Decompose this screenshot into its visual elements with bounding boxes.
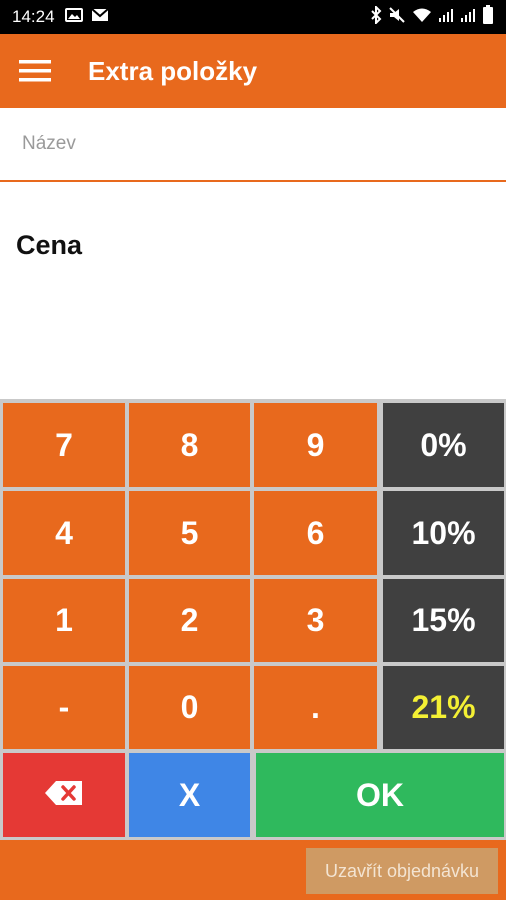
app-screen: 14:24 Extra položky Název Cena 7 8 9 0% … — [0, 0, 506, 900]
key-4[interactable]: 4 — [3, 491, 125, 575]
status-bar: 14:24 — [0, 0, 506, 34]
key-2[interactable]: 2 — [129, 579, 250, 662]
price-label: Cena — [16, 230, 83, 260]
vat-key-0[interactable]: 0% — [383, 403, 504, 487]
vat-key-15[interactable]: 15% — [383, 579, 504, 662]
vat-key-10[interactable]: 10% — [383, 491, 504, 575]
bottom-bar: Uzavřít objednávku — [0, 840, 506, 900]
backspace-icon — [44, 777, 84, 814]
key-minus[interactable]: - — [3, 666, 125, 749]
signal-icon — [460, 7, 476, 28]
app-bar: Extra položky — [0, 34, 506, 108]
battery-icon — [482, 4, 494, 30]
signal-icon — [438, 7, 454, 28]
name-input[interactable] — [0, 108, 506, 180]
mute-icon — [388, 6, 406, 29]
close-order-button[interactable]: Uzavřít objednávku — [306, 848, 498, 894]
clear-button[interactable]: X — [129, 753, 250, 837]
key-5[interactable]: 5 — [129, 491, 250, 575]
page-title: Extra položky — [88, 55, 258, 86]
vat-key-21-selected[interactable]: 21% — [383, 666, 504, 749]
hamburger-menu-icon[interactable] — [0, 34, 70, 108]
image-icon — [64, 7, 83, 27]
bluetooth-icon — [370, 4, 382, 29]
key-decimal[interactable]: . — [254, 666, 377, 749]
key-6[interactable]: 6 — [254, 491, 377, 575]
keypad: 7 8 9 0% 4 5 6 10% 1 2 3 15% - 0 . 21% X… — [0, 399, 506, 840]
status-right-icons — [370, 4, 494, 30]
mail-icon — [90, 7, 109, 27]
key-3[interactable]: 3 — [254, 579, 377, 662]
name-field — [0, 108, 506, 182]
ok-button[interactable]: OK — [256, 753, 504, 837]
wifi-icon — [412, 7, 432, 28]
key-9[interactable]: 9 — [254, 403, 377, 487]
key-7[interactable]: 7 — [3, 403, 125, 487]
price-area: Cena — [0, 184, 506, 399]
backspace-button[interactable] — [3, 753, 125, 837]
key-8[interactable]: 8 — [129, 403, 250, 487]
key-0[interactable]: 0 — [129, 666, 250, 749]
key-1[interactable]: 1 — [3, 579, 125, 662]
status-time: 14:24 — [12, 7, 55, 26]
